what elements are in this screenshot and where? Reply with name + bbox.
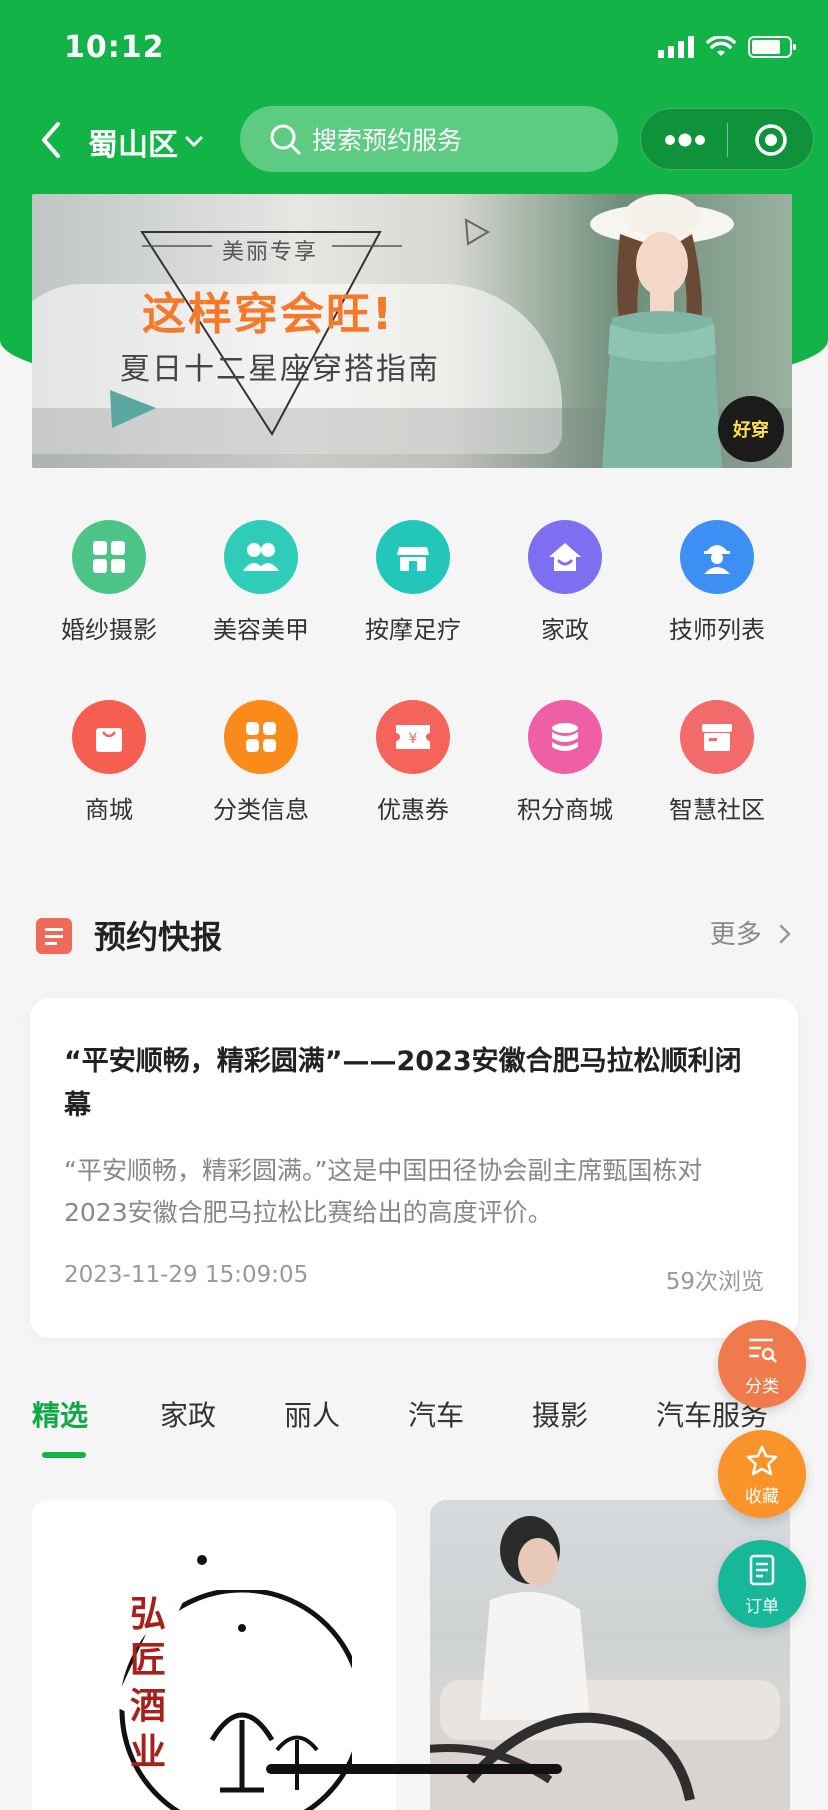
search-icon [270, 124, 301, 155]
news-description: “平安顺畅，精彩圆满。”这是中国田径协会副主席甄国栋对2023安徽合肥马拉松比赛… [64, 1156, 703, 1227]
coupon-icon: ¥ [376, 700, 450, 774]
battery-icon [748, 36, 796, 58]
grid-item-coupons[interactable]: ¥ 优惠券 [338, 700, 488, 825]
city-name: 蜀山区 [88, 128, 178, 163]
fab-orders[interactable]: 订单 [718, 1540, 806, 1628]
grid-label: 按摩足疗 [365, 616, 461, 644]
news-views: 59次浏览 [665, 1269, 764, 1295]
home-indicator[interactable] [266, 1764, 562, 1774]
grid-label: 美容美甲 [213, 616, 309, 644]
search-placeholder: 搜索预约服务 [312, 126, 463, 155]
grid-label: 优惠券 [377, 796, 449, 824]
svg-text:¥: ¥ [409, 731, 418, 747]
grid-icon [72, 520, 146, 594]
apps-icon [224, 700, 298, 774]
chevron-down-icon [185, 136, 203, 148]
coins-icon [528, 700, 602, 774]
grid-label: 婚纱摄影 [61, 616, 157, 644]
mini-program-capsule [640, 108, 814, 170]
grid-label: 分类信息 [213, 796, 309, 824]
tab-featured[interactable]: 精选 [32, 1394, 88, 1434]
grid-item-technicians[interactable]: 技师列表 [642, 520, 792, 645]
signal-icon [658, 36, 694, 58]
tab-beauty[interactable]: 丽人 [284, 1394, 340, 1434]
grid-item-classifieds[interactable]: 分类信息 [186, 700, 336, 825]
tab-photography[interactable]: 摄影 [532, 1394, 588, 1434]
people-icon [224, 520, 298, 594]
grid-item-massage[interactable]: 按摩足疗 [338, 520, 488, 645]
city-selector[interactable]: 蜀山区 [88, 120, 204, 164]
grid-item-housekeeping[interactable]: 家政 [490, 520, 640, 645]
grid-label: 技师列表 [669, 616, 765, 644]
fab-label: 收藏 [745, 1487, 779, 1507]
news-icon [36, 918, 72, 954]
banner-tag: 美丽专享 [222, 240, 319, 265]
category-tabs: 精选 家政 丽人 汽车 摄影 汽车服务 [0, 1388, 828, 1458]
status-time: 10:12 [64, 30, 165, 65]
status-bar: 10:12 [0, 0, 828, 96]
fab-favorites[interactable]: 收藏 [718, 1430, 806, 1518]
status-icons [658, 36, 796, 58]
search-box[interactable]: 搜索预约服务 [240, 106, 618, 172]
active-tab-indicator [42, 1452, 86, 1458]
more-link[interactable]: 更多 [710, 914, 792, 951]
grid-label: 智慧社区 [669, 796, 765, 824]
chevron-right-icon [779, 924, 791, 944]
liquor-logo-text: 弘 匠 酒 业 [130, 1594, 167, 1773]
nav-bar: 蜀山区 搜索预约服务 [0, 104, 828, 176]
grid-label: 积分商城 [517, 796, 613, 824]
more-label: 更多 [709, 920, 762, 950]
news-section-header: 预约快报 更多 [36, 906, 792, 962]
news-time: 2023-11-29 15:09:05 [64, 1262, 309, 1288]
tab-auto[interactable]: 汽车 [408, 1394, 464, 1434]
shop-icon [376, 520, 450, 594]
grid-item-mall[interactable]: 商城 [34, 700, 184, 825]
banner-title: 这样穿会旺! [142, 289, 395, 340]
home-icon [528, 520, 602, 594]
more-icon[interactable] [663, 133, 707, 147]
worker-icon [680, 520, 754, 594]
grid-label: 家政 [541, 616, 589, 644]
wifi-icon [706, 36, 736, 56]
grid-item-beauty[interactable]: 美容美甲 [186, 520, 336, 645]
promo-banner[interactable]: 美丽专享 这样穿会旺! 夏日十二星座穿搭指南 好穿 [32, 194, 792, 468]
order-icon [749, 1554, 775, 1586]
fab-label: 订单 [745, 1597, 779, 1617]
star-icon [746, 1445, 778, 1476]
box-icon [680, 700, 754, 774]
back-icon[interactable] [34, 118, 70, 162]
news-card[interactable]: “平安顺畅，精彩圆满”——2023安徽合肥马拉松顺利闭幕 “平安顺畅，精彩圆满。… [30, 998, 798, 1338]
grid-item-points-mall[interactable]: 积分商城 [490, 700, 640, 825]
news-title: “平安顺畅，精彩圆满”——2023安徽合肥马拉松顺利闭幕 [64, 1046, 742, 1121]
grid-label: 商城 [85, 796, 133, 824]
tab-housekeeping[interactable]: 家政 [160, 1394, 216, 1434]
section-title: 预约快报 [94, 918, 223, 956]
bag-icon [72, 700, 146, 774]
grid-item-smart-community[interactable]: 智慧社区 [642, 700, 792, 825]
banner-subtitle: 夏日十二星座穿搭指南 [120, 352, 440, 387]
grid-item-wedding[interactable]: 婚纱摄影 [34, 520, 184, 645]
banner-badge: 好穿 [718, 396, 784, 462]
fab-label: 分类 [745, 1377, 779, 1397]
list-search-icon [749, 1338, 777, 1363]
fab-category[interactable]: 分类 [718, 1320, 806, 1408]
close-target-icon[interactable] [753, 122, 789, 158]
